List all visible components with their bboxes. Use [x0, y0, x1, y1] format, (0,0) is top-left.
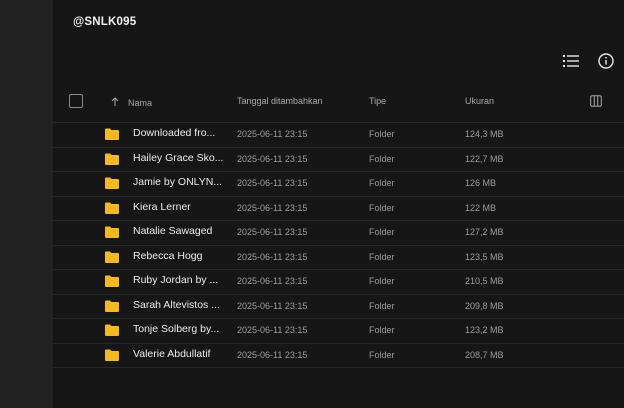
- file-list: Downloaded fro... 2025-06-11 23:15 Folde…: [53, 123, 624, 368]
- table-row[interactable]: Downloaded fro... 2025-06-11 23:15 Folde…: [53, 123, 624, 148]
- row-date-added: 2025-06-11 23:15: [237, 129, 308, 139]
- row-size: 209,8 MB: [465, 300, 504, 311]
- row-type: Folder: [369, 202, 395, 213]
- info-icon: [598, 53, 614, 69]
- row-date-added: 2025-06-11 23:15: [237, 349, 308, 360]
- folder-icon: [105, 324, 119, 336]
- select-all-checkbox[interactable]: [69, 94, 83, 108]
- row-size: 123,2 MB: [465, 325, 504, 335]
- row-date-added: 2025-06-11 23:15: [237, 227, 308, 237]
- row-size: 208,7 MB: [465, 349, 504, 360]
- row-date-added: 2025-06-11 23:15: [237, 202, 308, 213]
- column-header-date-added[interactable]: Tanggal ditambahkan: [237, 96, 323, 106]
- row-size: 123,5 MB: [465, 251, 504, 262]
- row-name: Natalie Sawaged: [133, 225, 213, 237]
- row-name: Rebecca Hogg: [133, 249, 203, 262]
- folder-icon: [105, 251, 119, 263]
- row-size: 122,7 MB: [465, 153, 504, 164]
- row-size: 122 MB: [465, 202, 497, 213]
- row-name: Kiera Lerner: [133, 200, 191, 213]
- row-type: Folder: [369, 349, 395, 360]
- column-header-size[interactable]: Ukuran: [465, 96, 494, 106]
- row-type: Folder: [369, 227, 395, 237]
- row-type: Folder: [369, 251, 395, 262]
- folder-icon: [105, 300, 119, 312]
- row-name: Valerie Abdullatif: [133, 347, 211, 360]
- row-name: Downloaded fro...: [133, 127, 216, 139]
- list-view-icon: [563, 55, 579, 67]
- row-date-added: 2025-06-11 23:15: [237, 178, 308, 188]
- column-header-name[interactable]: Nama: [128, 98, 152, 108]
- folder-icon: [105, 153, 119, 165]
- row-name: Ruby Jordan by ...: [133, 274, 219, 286]
- table-row[interactable]: Rebecca Hogg 2025-06-11 23:15 Folder 123…: [53, 246, 624, 270]
- table-row[interactable]: Jamie by ONLYN... 2025-06-11 23:15 Folde…: [53, 172, 624, 197]
- row-size: 210,5 MB: [465, 276, 504, 286]
- row-type: Folder: [369, 276, 395, 286]
- row-size: 127,2 MB: [465, 227, 504, 237]
- table-row[interactable]: Ruby Jordan by ... 2025-06-11 23:15 Fold…: [53, 270, 624, 295]
- sort-ascending-icon[interactable]: [110, 97, 120, 107]
- row-type: Folder: [369, 129, 395, 139]
- folder-icon: [105, 275, 119, 287]
- folder-icon: [105, 202, 119, 214]
- folder-icon: [105, 349, 119, 361]
- table-row[interactable]: Tonje Solberg by... 2025-06-11 23:15 Fol…: [53, 319, 624, 344]
- row-type: Folder: [369, 178, 395, 188]
- main-panel: @SNLK095 Nama Tanggal ditambahkan Tipe U…: [53, 0, 624, 408]
- table-row[interactable]: Hailey Grace Sko... 2025-06-11 23:15 Fol…: [53, 148, 624, 172]
- current-folder-title: @SNLK095: [73, 16, 137, 28]
- list-view-button[interactable]: [561, 51, 581, 71]
- folder-icon: [105, 177, 119, 189]
- row-type: Folder: [369, 153, 395, 164]
- info-button[interactable]: [596, 51, 616, 71]
- row-name: Hailey Grace Sko...: [133, 151, 224, 164]
- table-row[interactable]: Natalie Sawaged 2025-06-11 23:15 Folder …: [53, 221, 624, 246]
- file-browser-window: @SNLK095 Nama Tanggal ditambahkan Tipe U…: [0, 0, 624, 408]
- columns-settings-icon[interactable]: [590, 95, 602, 107]
- folder-icon: [105, 128, 119, 140]
- table-header: Nama Tanggal ditambahkan Tipe Ukuran: [53, 86, 624, 123]
- row-size: 126 MB: [465, 178, 497, 188]
- table-row[interactable]: Sarah Altevistos ... 2025-06-11 23:15 Fo…: [53, 295, 624, 319]
- row-name: Tonje Solberg by...: [133, 323, 220, 335]
- row-type: Folder: [369, 300, 395, 311]
- row-name: Sarah Altevistos ...: [133, 298, 220, 311]
- row-date-added: 2025-06-11 23:15: [237, 153, 308, 164]
- row-type: Folder: [369, 325, 395, 335]
- column-header-type[interactable]: Tipe: [369, 96, 386, 106]
- folder-icon: [105, 226, 119, 238]
- row-date-added: 2025-06-11 23:15: [237, 325, 308, 335]
- row-size: 124,3 MB: [465, 129, 504, 139]
- row-date-added: 2025-06-11 23:15: [237, 251, 308, 262]
- row-date-added: 2025-06-11 23:15: [237, 300, 308, 311]
- table-row[interactable]: Valerie Abdullatif 2025-06-11 23:15 Fold…: [53, 344, 624, 368]
- row-name: Jamie by ONLYN...: [133, 176, 223, 188]
- sidebar: [0, 0, 53, 408]
- table-row[interactable]: Kiera Lerner 2025-06-11 23:15 Folder 122…: [53, 197, 624, 221]
- row-date-added: 2025-06-11 23:15: [237, 276, 308, 286]
